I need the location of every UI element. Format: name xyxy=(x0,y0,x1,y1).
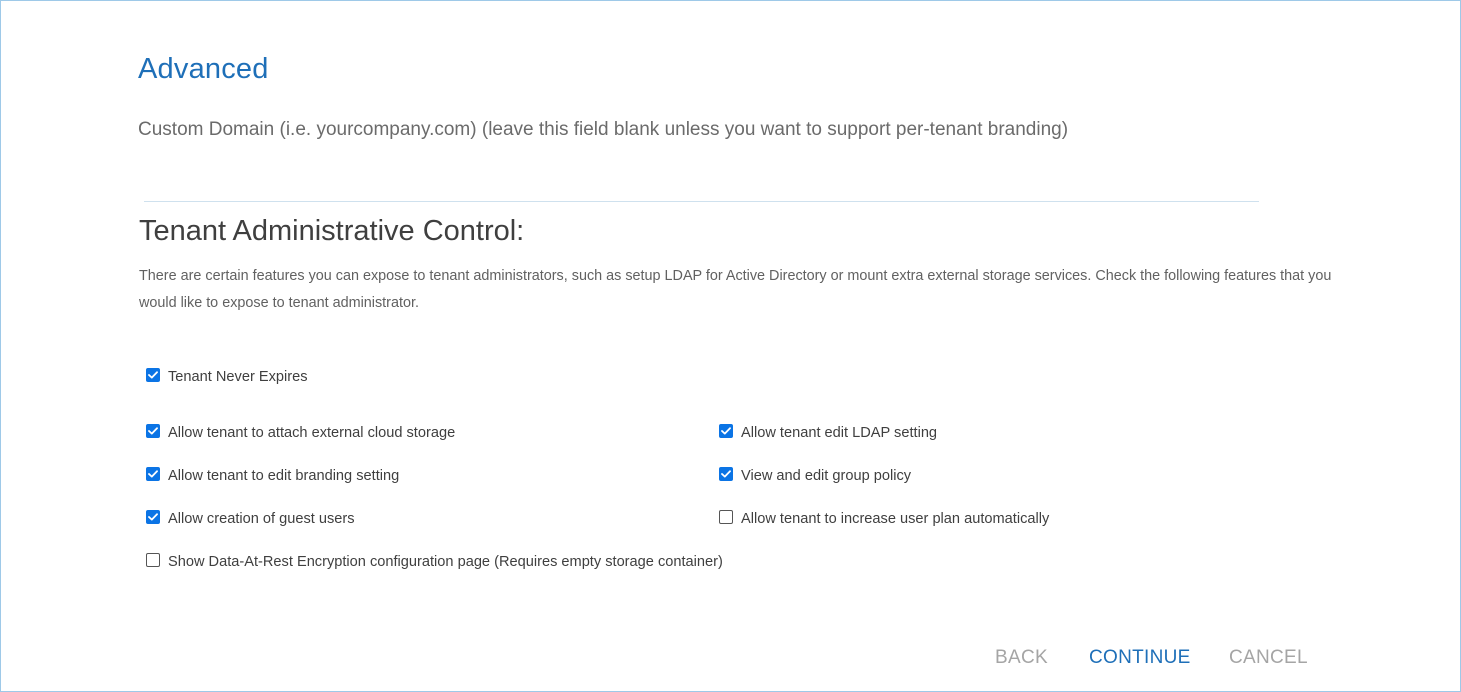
check-icon xyxy=(148,371,158,379)
back-button[interactable]: BACK xyxy=(995,647,1048,669)
option-label: Tenant Never Expires xyxy=(168,369,308,385)
option-tenant-never-expires[interactable]: Tenant Never Expires xyxy=(146,368,308,385)
checkbox[interactable] xyxy=(146,510,160,524)
option-label: Allow tenant to edit branding setting xyxy=(168,468,400,484)
check-icon xyxy=(148,470,158,478)
custom-domain-label: Custom Domain (i.e. yourcompany.com) (le… xyxy=(138,119,1069,140)
option-label: Allow creation of guest users xyxy=(168,511,355,527)
continue-button[interactable]: CONTINUE xyxy=(1089,647,1191,669)
checkbox[interactable] xyxy=(719,467,733,481)
option-data-at-rest-encryption[interactable]: Show Data-At-Rest Encryption configurati… xyxy=(146,553,723,570)
checkbox[interactable] xyxy=(146,467,160,481)
option-label: Allow tenant to attach external cloud st… xyxy=(168,425,456,441)
wizard-panel: Advanced Custom Domain (i.e. yourcompany… xyxy=(0,0,1461,692)
divider xyxy=(144,201,1259,202)
tenant-control-description: There are certain features you can expos… xyxy=(139,268,1332,311)
check-icon xyxy=(721,427,731,435)
option-edit-ldap[interactable]: Allow tenant edit LDAP setting xyxy=(719,424,938,441)
checkbox[interactable] xyxy=(146,553,160,567)
check-icon xyxy=(721,470,731,478)
option-edit-branding[interactable]: Allow tenant to edit branding setting xyxy=(146,467,400,484)
check-icon xyxy=(148,427,158,435)
option-label: View and edit group policy xyxy=(741,468,912,484)
checkbox[interactable] xyxy=(719,424,733,438)
section-title: Advanced xyxy=(138,53,269,85)
tenant-control-title: Tenant Administrative Control: xyxy=(139,215,525,247)
checkbox[interactable] xyxy=(146,424,160,438)
checkbox[interactable] xyxy=(146,368,160,382)
option-group-policy[interactable]: View and edit group policy xyxy=(719,467,912,484)
checkbox[interactable] xyxy=(719,510,733,524)
option-guest-users[interactable]: Allow creation of guest users xyxy=(146,510,355,527)
option-label: Allow tenant edit LDAP setting xyxy=(741,425,938,441)
check-icon xyxy=(148,513,158,521)
option-increase-user-plan[interactable]: Allow tenant to increase user plan autom… xyxy=(719,510,1050,527)
option-label: Show Data-At-Rest Encryption configurati… xyxy=(168,554,723,570)
cancel-button[interactable]: CANCEL xyxy=(1229,647,1308,669)
option-label: Allow tenant to increase user plan autom… xyxy=(741,511,1050,527)
option-attach-external-storage[interactable]: Allow tenant to attach external cloud st… xyxy=(146,424,456,441)
